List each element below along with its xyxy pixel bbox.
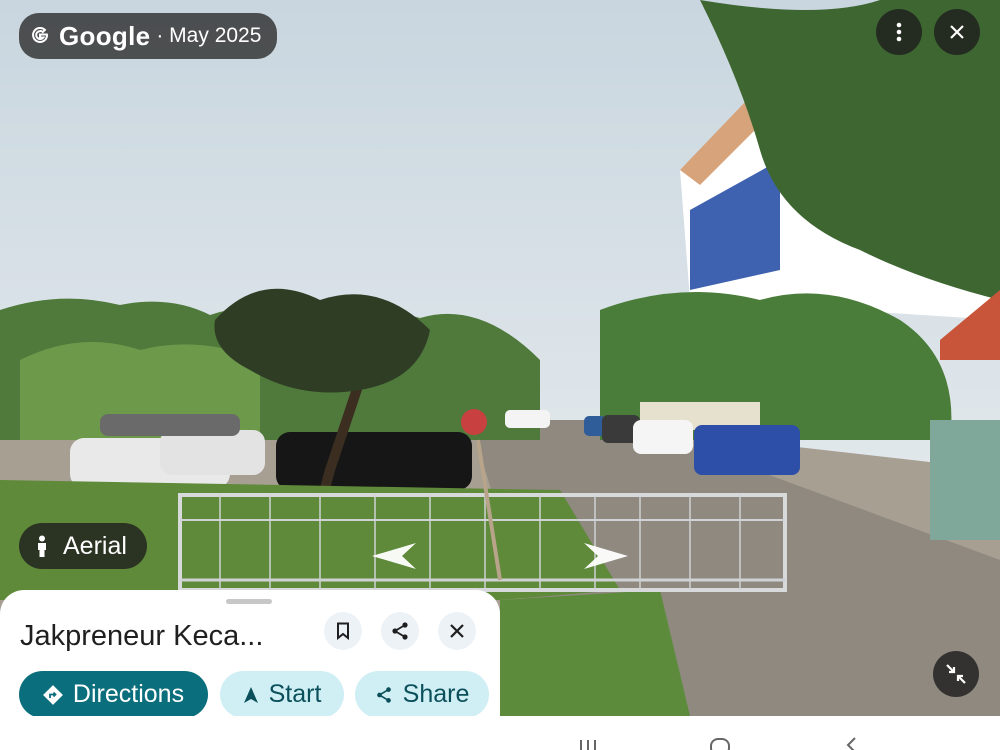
recents-icon[interactable]: [578, 738, 598, 750]
brand-label: Google: [59, 20, 151, 51]
share-icon: [376, 686, 391, 703]
close-street-view-button[interactable]: [934, 9, 980, 55]
aerial-view-button[interactable]: Aerial: [19, 523, 147, 569]
home-icon[interactable]: [708, 737, 732, 750]
back-icon[interactable]: [843, 736, 859, 750]
aerial-label: Aerial: [63, 531, 127, 560]
start-label: Start: [268, 680, 322, 708]
bookmark-icon: [337, 622, 349, 640]
person-icon: [38, 535, 46, 557]
place-title: Jakpreneur Keca...: [20, 620, 264, 652]
start-button[interactable]: Start: [220, 671, 344, 718]
more-vert-icon: [896, 22, 902, 42]
collapse-button[interactable]: [933, 651, 979, 697]
close-icon: [950, 25, 964, 39]
place-sheet[interactable]: Jakpreneur Keca... Directions Start Shar…: [0, 590, 500, 718]
navigation-icon: [243, 686, 258, 703]
imagery-attribution: Google · May 2025: [19, 13, 278, 59]
arrow-right-icon[interactable]: [582, 543, 628, 569]
directions-label: Directions: [72, 680, 185, 708]
directions-icon: [43, 684, 63, 705]
share-button[interactable]: Share: [355, 671, 489, 718]
drag-handle[interactable]: [226, 599, 272, 604]
close-sheet-button[interactable]: [438, 612, 476, 650]
system-navigation-bar: [0, 716, 1000, 750]
collapse-icon: [946, 664, 966, 684]
more-options-button[interactable]: [876, 9, 922, 55]
directions-button[interactable]: Directions: [19, 671, 208, 718]
capture-date: · May 2025: [156, 24, 262, 47]
share-icon-button[interactable]: [381, 612, 419, 650]
save-button[interactable]: [324, 612, 362, 650]
share-label: Share: [402, 680, 470, 708]
google-g-icon: [32, 27, 49, 43]
share-icon: [392, 622, 408, 640]
arrow-left-icon[interactable]: [372, 543, 418, 569]
close-icon: [450, 624, 464, 638]
